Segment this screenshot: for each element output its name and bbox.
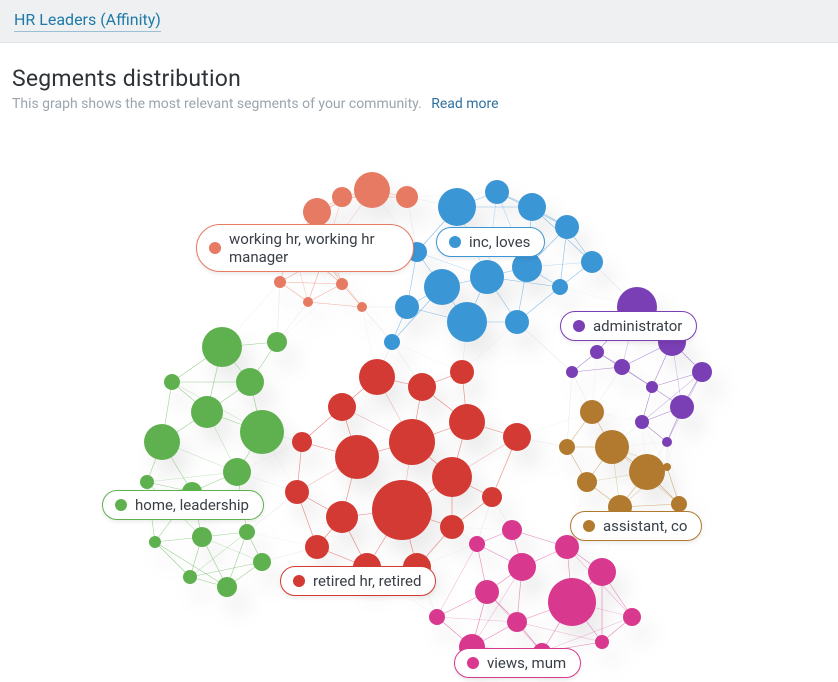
- cluster-label-retired_hr[interactable]: retired hr, retired: [280, 566, 436, 596]
- cluster-node[interactable]: [503, 423, 531, 451]
- cluster-node[interactable]: [285, 480, 309, 504]
- cluster-node[interactable]: [236, 368, 264, 396]
- cluster-label-assistant_co[interactable]: assistant, co: [570, 511, 702, 541]
- subtitle-text: This graph shows the most relevant segme…: [12, 96, 422, 112]
- section-title: Segments distribution: [12, 65, 826, 92]
- cluster-node[interactable]: [485, 180, 509, 204]
- cluster-node[interactable]: [335, 435, 379, 479]
- cluster-node[interactable]: [440, 515, 464, 539]
- cluster-node[interactable]: [662, 437, 672, 447]
- cluster-node[interactable]: [292, 432, 312, 452]
- cluster-node[interactable]: [595, 635, 609, 649]
- cluster-node[interactable]: [469, 536, 485, 552]
- cluster-node[interactable]: [332, 187, 352, 207]
- cluster-node[interactable]: [303, 297, 313, 307]
- cluster-node[interactable]: [183, 570, 197, 584]
- cluster-node[interactable]: [372, 480, 432, 540]
- cluster-node[interactable]: [432, 457, 472, 497]
- cluster-node[interactable]: [429, 609, 445, 625]
- cluster-node[interactable]: [328, 393, 356, 421]
- cluster-node[interactable]: [623, 608, 641, 626]
- cluster-node[interactable]: [629, 454, 665, 490]
- cluster-node[interactable]: [555, 215, 579, 239]
- cluster-label-views_mum[interactable]: views, mum: [454, 648, 581, 678]
- cluster-node[interactable]: [580, 400, 604, 424]
- cluster-node[interactable]: [359, 359, 395, 395]
- cluster-node[interactable]: [395, 295, 419, 319]
- cluster-node[interactable]: [614, 359, 630, 375]
- cluster-node[interactable]: [240, 410, 284, 454]
- cluster-node[interactable]: [305, 535, 329, 559]
- cluster-node[interactable]: [475, 580, 499, 604]
- cluster-node[interactable]: [663, 463, 671, 471]
- cluster-node[interactable]: [396, 186, 418, 208]
- cluster-node[interactable]: [507, 612, 527, 632]
- cluster-label-home_leadership[interactable]: home, leadership: [102, 490, 264, 520]
- cluster-node[interactable]: [590, 345, 604, 359]
- cluster-node[interactable]: [581, 251, 603, 273]
- cluster-node[interactable]: [449, 404, 485, 440]
- cluster-node[interactable]: [502, 520, 522, 540]
- cluster-node[interactable]: [505, 310, 529, 334]
- cluster-node[interactable]: [470, 260, 504, 294]
- cluster-node[interactable]: [357, 302, 367, 312]
- cluster-node[interactable]: [447, 302, 487, 342]
- cluster-node[interactable]: [326, 501, 358, 533]
- breadcrumb-link[interactable]: HR Leaders (Affinity): [14, 10, 161, 32]
- cluster-node[interactable]: [566, 366, 578, 378]
- cluster-node[interactable]: [336, 278, 348, 290]
- cluster-node[interactable]: [144, 424, 180, 460]
- cluster-node[interactable]: [646, 381, 658, 393]
- cluster-node[interactable]: [408, 373, 436, 401]
- cluster-node[interactable]: [559, 439, 575, 455]
- cluster-label-inc_loves[interactable]: inc, loves: [436, 227, 545, 257]
- cluster-node[interactable]: [555, 535, 579, 559]
- cluster-label-administrator[interactable]: administrator: [560, 311, 697, 341]
- cluster-node[interactable]: [384, 334, 400, 350]
- cluster-node[interactable]: [670, 395, 694, 419]
- cluster-node[interactable]: [267, 332, 287, 352]
- cluster-node[interactable]: [482, 487, 502, 507]
- cluster-label-working_hr[interactable]: working hr, working hr manager: [196, 224, 414, 272]
- cluster-node[interactable]: [588, 558, 616, 586]
- cluster-node[interactable]: [389, 419, 435, 465]
- cluster-node[interactable]: [424, 269, 460, 305]
- cluster-node[interactable]: [508, 553, 536, 581]
- cluster-node[interactable]: [239, 524, 255, 540]
- cluster-node[interactable]: [577, 472, 597, 492]
- cluster-node[interactable]: [518, 193, 546, 221]
- cluster-node[interactable]: [202, 327, 242, 367]
- header-bar: HR Leaders (Affinity): [0, 0, 838, 43]
- segments-chart[interactable]: working hr, working hr manager inc, loves…: [12, 112, 826, 672]
- section-subtitle: This graph shows the most relevant segme…: [12, 96, 826, 112]
- cluster-node[interactable]: [140, 475, 154, 489]
- cluster-node[interactable]: [552, 279, 568, 295]
- cluster-node[interactable]: [274, 276, 286, 288]
- read-more-link[interactable]: Read more: [431, 96, 498, 112]
- cluster-node[interactable]: [217, 577, 237, 597]
- cluster-node[interactable]: [354, 172, 390, 208]
- cluster-node[interactable]: [253, 553, 271, 571]
- cluster-node[interactable]: [438, 188, 476, 226]
- cluster-node[interactable]: [149, 536, 161, 548]
- cluster-node[interactable]: [223, 458, 251, 486]
- cluster-node[interactable]: [192, 527, 212, 547]
- cluster-node[interactable]: [635, 415, 649, 429]
- cluster-node[interactable]: [548, 578, 596, 626]
- cluster-node[interactable]: [303, 198, 331, 226]
- cluster-node[interactable]: [450, 360, 474, 384]
- cluster-node[interactable]: [671, 496, 687, 512]
- cluster-node[interactable]: [692, 362, 712, 382]
- cluster-node[interactable]: [191, 396, 223, 428]
- cluster-node[interactable]: [164, 374, 180, 390]
- cluster-node[interactable]: [595, 430, 629, 464]
